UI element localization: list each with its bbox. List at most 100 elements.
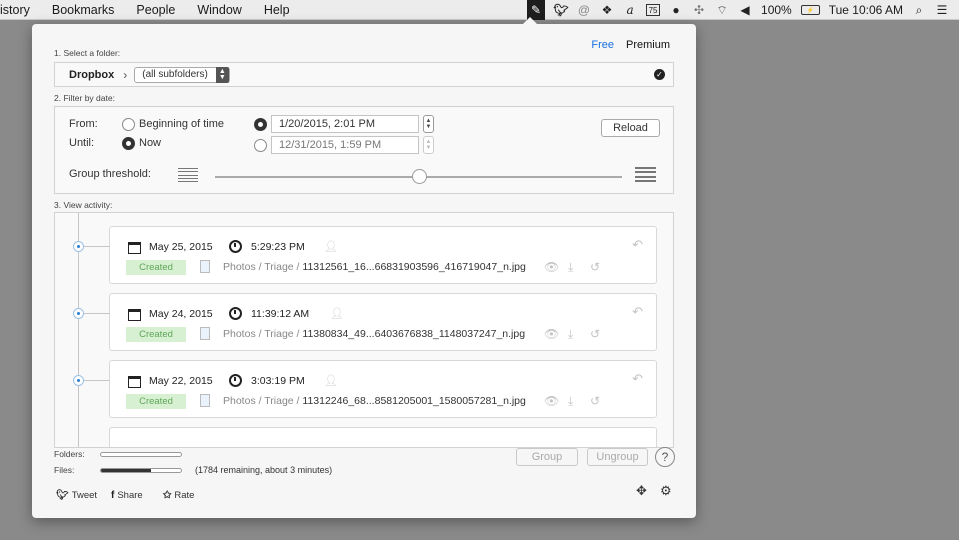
- activity-card[interactable]: May 24, 2015 11:39:12 AM 👤︎ ↶ Created Ph…: [109, 293, 657, 351]
- from-date-stepper[interactable]: ▲ ▼: [423, 115, 434, 133]
- radio-until-date[interactable]: [254, 139, 267, 152]
- folders-progress-label: Folders:: [54, 449, 85, 459]
- spotlight-search-icon[interactable]: ⌕: [912, 3, 926, 17]
- status-badge: Created: [126, 394, 186, 409]
- ungroup-button[interactable]: Ungroup: [587, 448, 648, 466]
- step2-label: 2. Filter by date:: [54, 93, 115, 103]
- revert-icon[interactable]: ↶: [632, 237, 643, 253]
- share-label: Share: [117, 490, 143, 501]
- move-icon[interactable]: ✥: [636, 483, 647, 499]
- activity-card[interactable]: May 25, 2015 5:29:23 PM 👤︎ ↶ Created Pho…: [109, 226, 657, 284]
- menu-bar: istory Bookmarks People Window Help ✎ 🐦︎…: [0, 0, 959, 20]
- status-badge: Created: [126, 260, 186, 275]
- menu-people[interactable]: People: [125, 3, 186, 17]
- script-a-icon[interactable]: a: [623, 3, 637, 17]
- group-threshold-label: Group threshold:: [69, 168, 151, 180]
- battery-icon[interactable]: ⚡: [800, 5, 820, 15]
- from-date-field[interactable]: 1/20/2015, 2:01 PM: [271, 115, 419, 133]
- preview-eye-icon[interactable]: 👁︎: [544, 394, 559, 408]
- image-file-icon: [200, 327, 210, 340]
- ps-icon[interactable]: 75: [646, 4, 661, 16]
- file-name: 11312246_68...8581205001_1580057281_n.jp…: [302, 395, 526, 407]
- wifi-icon[interactable]: ⌔: [715, 3, 729, 17]
- beginning-of-time-label[interactable]: Beginning of time: [139, 118, 224, 130]
- timeline-node: [73, 375, 84, 386]
- radio-now[interactable]: [122, 137, 135, 150]
- step1-label: 1. Select a folder:: [54, 48, 121, 58]
- reload-button[interactable]: Reload: [601, 119, 660, 137]
- files-progress-fill: [101, 469, 151, 472]
- from-label: From:: [69, 118, 98, 130]
- radio-beginning-of-time[interactable]: [122, 118, 135, 131]
- file-folder: Photos / Triage /: [223, 395, 303, 407]
- date-filter-panel: From: Until: Beginning of time Now 1/20/…: [54, 106, 674, 194]
- revert-icon[interactable]: ↶: [632, 371, 643, 387]
- rate-label: Rate: [174, 490, 195, 501]
- preview-eye-icon[interactable]: 👁︎: [544, 260, 559, 274]
- tweet-link[interactable]: 🐦︎ Tweet: [56, 490, 97, 501]
- timeline-connector: [84, 380, 109, 381]
- menu-help[interactable]: Help: [253, 3, 301, 17]
- group-threshold-slider-knob[interactable]: [411, 169, 427, 184]
- gear-icon[interactable]: ⚙: [660, 483, 672, 499]
- version-history-icon[interactable]: ↺: [590, 260, 600, 274]
- file-name: 11380834_49...6403676838_1148037247_n.jp…: [302, 328, 526, 340]
- preview-eye-icon[interactable]: 👁︎: [544, 327, 559, 341]
- now-label[interactable]: Now: [139, 137, 161, 149]
- version-history-icon[interactable]: ↺: [590, 394, 600, 408]
- facebook-icon: f: [111, 490, 115, 501]
- status-badge: Created: [126, 327, 186, 342]
- folders-progress-bar: [100, 452, 182, 457]
- clock-icon: [229, 307, 242, 320]
- file-path[interactable]: Photos / Triage / 11312246_68...85812050…: [223, 395, 526, 407]
- notification-center-icon[interactable]: ☰: [935, 3, 949, 17]
- menu-window[interactable]: Window: [186, 3, 252, 17]
- file-path[interactable]: Photos / Triage / 11312561_16...66831903…: [223, 261, 526, 273]
- few-lines-icon: [178, 168, 198, 182]
- plan-switcher: Free Premium: [591, 39, 670, 51]
- download-icon[interactable]: ⤓: [568, 394, 573, 409]
- file-folder: Photos / Triage /: [223, 328, 303, 340]
- folder-selector: Dropbox › (all subfolders) ▲ ▼ ✓: [54, 62, 674, 87]
- subfolder-select[interactable]: (all subfolders) ▲ ▼: [134, 66, 230, 83]
- radio-from-date[interactable]: [254, 118, 267, 131]
- files-progress-label: Files:: [54, 465, 75, 475]
- volume-icon[interactable]: ◀︎: [738, 3, 752, 17]
- activity-time: 5:29:23 PM: [251, 241, 305, 253]
- file-path[interactable]: Photos / Triage / 11380834_49...64036768…: [223, 328, 525, 340]
- activity-card[interactable]: May 22, 2015 3:03:19 PM 👤︎ ↶ Created Pho…: [109, 360, 657, 418]
- clock-icon: [229, 240, 242, 253]
- history-popover: Free Premium 1. Select a folder: Dropbox…: [32, 17, 696, 518]
- twitter-icon: 🐦︎: [56, 490, 69, 501]
- activity-card[interactable]: [109, 427, 657, 447]
- version-history-icon[interactable]: ↺: [590, 327, 600, 341]
- group-button[interactable]: Group: [516, 448, 578, 466]
- select-arrows-icon: ▲ ▼: [215, 66, 229, 83]
- plan-free-link[interactable]: Free: [591, 39, 614, 51]
- download-icon[interactable]: ⤓: [568, 260, 573, 275]
- menu-bookmarks[interactable]: Bookmarks: [41, 3, 126, 17]
- at-sign-icon[interactable]: @: [577, 3, 591, 17]
- rate-link[interactable]: ✩ Rate: [163, 490, 194, 501]
- sync-icon[interactable]: ✣: [692, 3, 706, 17]
- until-date-field[interactable]: 12/31/2015, 1:59 PM: [271, 136, 419, 154]
- revert-icon[interactable]: ↶: [632, 304, 643, 320]
- share-link[interactable]: f Share: [111, 490, 143, 501]
- calendar-icon: [128, 376, 141, 388]
- plan-premium-link[interactable]: Premium: [626, 39, 670, 51]
- until-label: Until:: [69, 137, 95, 149]
- activity-date: May 24, 2015: [149, 308, 213, 320]
- file-name: 11312561_16...66831903596_416719047_n.jp…: [302, 261, 526, 273]
- twitter-icon[interactable]: 🐦︎: [553, 3, 568, 17]
- badge-icon[interactable]: ●: [669, 3, 683, 17]
- dropbox-icon[interactable]: ❖: [600, 3, 614, 17]
- folder-sync-status-icon: ✓: [654, 69, 665, 80]
- folder-name[interactable]: Dropbox: [69, 69, 114, 81]
- menu-history[interactable]: istory: [0, 3, 41, 17]
- activity-timeline[interactable]: May 25, 2015 5:29:23 PM 👤︎ ↶ Created Pho…: [54, 212, 674, 448]
- until-date-stepper[interactable]: ▲ ▼: [423, 136, 434, 154]
- menubar-clock[interactable]: Tue 10:06 AM: [829, 3, 903, 17]
- download-icon[interactable]: ⤓: [568, 327, 573, 342]
- help-button[interactable]: ?: [655, 447, 675, 467]
- tweet-label: Tweet: [71, 490, 98, 501]
